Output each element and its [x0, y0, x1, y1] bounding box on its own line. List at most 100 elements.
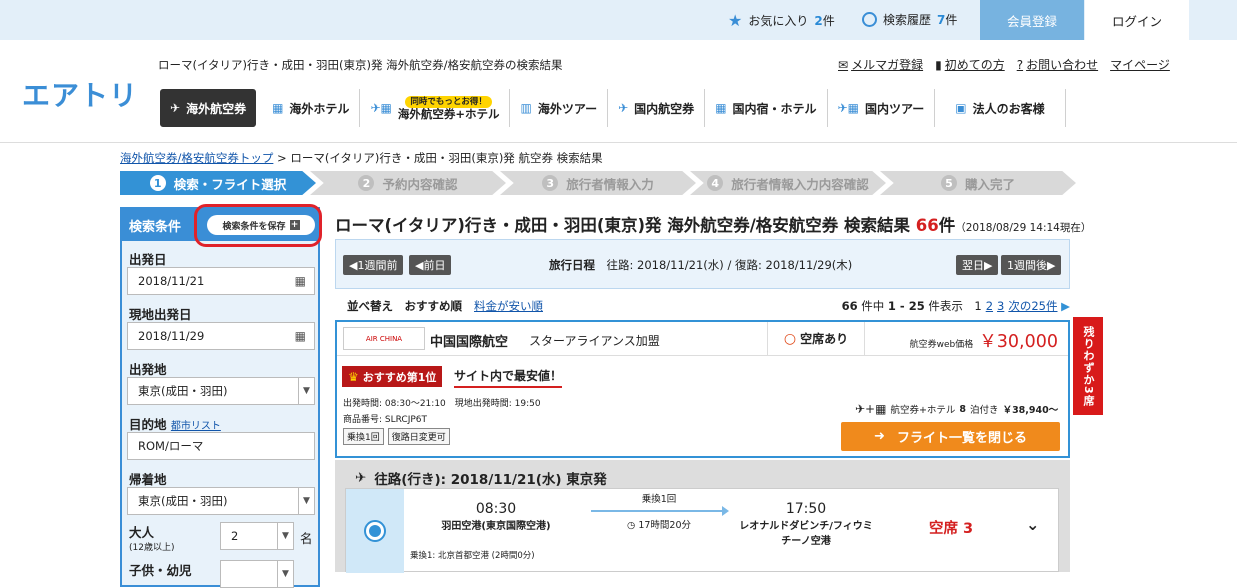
- nav-intl-hotels[interactable]: ▦ 海外ホテル: [262, 89, 361, 127]
- adults-sub: (12歳以上): [129, 543, 175, 553]
- promo-pill: 同時でもっとお得！: [405, 95, 492, 108]
- next-day-label: 翌日: [962, 259, 984, 272]
- contact-link[interactable]: ? お問い合わせ: [1017, 56, 1098, 73]
- card-header: AIR CHINA 中国国際航空 スターアライアンス加盟 ○ 空席あり 航空券we…: [337, 322, 1068, 356]
- nav-dom-tours-label: 国内ツアー: [864, 101, 925, 116]
- return-value: 東京(成田・羽田): [138, 494, 228, 508]
- book-icon: ▮: [935, 57, 942, 72]
- step-2-label: 予約内容確認: [382, 176, 458, 192]
- history-link[interactable]: 検索履歴 7件: [862, 11, 957, 28]
- chevron-down-icon[interactable]: ⌄: [1026, 515, 1039, 534]
- first-time-label: 初めての方: [944, 58, 1005, 72]
- nav-flight-hotel-label: 海外航空券+ホテル: [397, 106, 500, 121]
- adults-unit: 名: [300, 531, 313, 546]
- flight-leg-option[interactable]: 08:30 羽田空港(東京国際空港) 乗換1回 ◷ 17時間20分 17:50 レオナ…: [345, 488, 1059, 573]
- breadcrumb-sep: >: [273, 151, 291, 165]
- sort-bar: 並べ替え おすすめ順 料金が安い順 66 件中 1 - 25 件表示 1 2 3 次の2…: [335, 295, 1070, 317]
- left-arrow-icon: ◀: [415, 258, 424, 272]
- building-icon: ▦: [715, 101, 727, 115]
- city-list-link[interactable]: 都市リスト: [171, 421, 221, 432]
- leg-radio-cell[interactable]: [346, 489, 404, 573]
- flight-duration: 17時間20分: [638, 520, 691, 531]
- favorites-label: お気に入り: [748, 14, 809, 28]
- tag-date-change: 復路日変更可: [387, 428, 450, 445]
- sort-label: 並べ替え: [347, 299, 393, 313]
- mail-icon: ✉: [838, 57, 849, 72]
- destination-field[interactable]: ROM/ローマ: [127, 432, 315, 460]
- sort-cheap-link[interactable]: 料金が安い順: [474, 299, 543, 313]
- plane-hotel-icon: ✈▦: [837, 101, 859, 115]
- children-select[interactable]: ▼: [220, 560, 294, 588]
- nav-corporate[interactable]: ▣ 法人のお客様: [935, 89, 1066, 127]
- member-register-button[interactable]: 会員登録: [980, 0, 1084, 40]
- step-4-label: 旅行者情報入力内容確認: [731, 176, 869, 192]
- first-time-link[interactable]: ▮ 初めての方: [935, 56, 1005, 73]
- pagination: 66 件中 1 - 25 件表示 1 2 3 次の25件 ▶: [842, 298, 1070, 314]
- highlight-ring: [194, 204, 322, 247]
- nav-corporate-label: 法人のお客様: [972, 101, 1045, 116]
- calendar-icon[interactable]: ▦: [295, 274, 306, 288]
- nav-dom-flights[interactable]: ✈ 国内航空券: [608, 89, 706, 127]
- airplane-icon: ✈: [618, 101, 629, 115]
- arrow-right-icon: ➜: [874, 429, 885, 444]
- breadcrumb-top-link[interactable]: 海外航空券/格安航空券トップ: [120, 151, 273, 165]
- adults-label: 大人: [129, 525, 155, 540]
- seat-status: ○ 空席あり: [767, 322, 865, 355]
- step-4: 4 旅行者情報入力内容確認: [690, 171, 886, 195]
- newsletter-link[interactable]: ✉ メルマガ登録: [838, 56, 923, 73]
- right-arrow-icon: ▶: [984, 258, 993, 272]
- arrival-airport: レオナルドダビンチ/フィウミチーノ空港: [739, 521, 873, 547]
- local-departure-value: 2018/11/29: [138, 329, 205, 343]
- next-week-button[interactable]: 1週間後 ▶: [1001, 255, 1062, 275]
- star-icon: ★: [728, 11, 743, 30]
- close-flight-list-button[interactable]: ➜ フライト一覧を閉じる: [841, 422, 1060, 451]
- flight-hotel-offer[interactable]: ✈+▦ 航空券+ホテル 8 泊付き ￥38,940〜: [855, 402, 1058, 416]
- prev-week-button[interactable]: ◀ 1週間前: [343, 255, 404, 275]
- briefcase-icon: ▣: [955, 101, 967, 115]
- transfer-count: 乗換1回: [641, 494, 677, 505]
- destination-value: ROM/ローマ: [138, 439, 204, 453]
- nav-flight-hotel[interactable]: ✈▦ 同時でもっとお得！ 海外航空券+ホテル: [360, 89, 511, 127]
- history-label: 検索履歴: [883, 13, 932, 27]
- nav-dom-hotels[interactable]: ▦ 国内宿・ホテル: [705, 89, 828, 127]
- origin-value: 東京(成田・羽田): [138, 384, 228, 398]
- site-logo[interactable]: エアトリ: [22, 74, 138, 114]
- header-divider: [0, 142, 1237, 143]
- origin-select[interactable]: 東京(成田・羽田) ▼: [127, 377, 315, 405]
- return-select[interactable]: 東京(成田・羽田) ▼: [127, 487, 315, 515]
- step-3: 3 旅行者情報入力: [500, 171, 696, 195]
- calendar-icon[interactable]: ▦: [295, 329, 306, 343]
- airline-logo-text: AIR CHINA: [365, 334, 403, 343]
- page-2-link[interactable]: 2: [986, 299, 993, 313]
- top-utility-bar: ★ お気に入り 2件 検索履歴 7件 会員登録 ログイン: [0, 0, 1237, 40]
- next-25-link[interactable]: 次の25件: [1008, 299, 1057, 313]
- header-links: ✉ メルマガ登録 ▮ 初めての方 ? お問い合わせ マイページ: [838, 56, 1170, 73]
- sort-recommended[interactable]: おすすめ順: [405, 299, 463, 313]
- airplane-icon: ✈: [170, 101, 181, 115]
- leg-radio[interactable]: [364, 520, 386, 542]
- departure-time: 08:30: [475, 501, 517, 517]
- departure-info: 08:30 羽田空港(東京国際空港): [436, 501, 556, 532]
- search-conditions-panel: 検索条件 検索条件を保存 + 出発日 2018/11/21 ▦ 現地出発日 2018…: [120, 207, 320, 588]
- mypage-link[interactable]: マイページ: [1110, 56, 1170, 73]
- plane-hotel-icon: ✈+▦: [855, 402, 887, 416]
- nav-intl-flights[interactable]: ✈ 海外航空券: [160, 89, 257, 127]
- nav-dom-hotels-label: 国内宿・ホテル: [732, 101, 817, 116]
- next-day-button[interactable]: 翌日 ▶: [956, 255, 999, 275]
- favorites-link[interactable]: ★ お気に入り 2件: [728, 11, 835, 30]
- page-3-link[interactable]: 3: [997, 299, 1004, 313]
- prev-day-button[interactable]: ◀ 前日: [409, 255, 452, 275]
- nav-intl-flights-label: 海外航空券: [186, 101, 247, 116]
- departure-airport: 羽田空港(東京国際空港): [441, 521, 551, 532]
- nav-intl-tours[interactable]: ▥ 海外ツアー: [510, 89, 609, 127]
- nav-dom-tours[interactable]: ✈▦ 国内ツアー: [828, 89, 936, 127]
- schedule-info: 旅行日程 往路: 2018/11/21(水) / 復路: 2018/11/29(…: [549, 257, 852, 273]
- outbound-title-text: 往路(行き): 2018/11/21(水) 東京発: [374, 472, 607, 488]
- rank-badge: ♛ おすすめ第1位: [342, 366, 443, 387]
- departure-date-field[interactable]: 2018/11/21 ▦: [127, 267, 315, 295]
- local-departure-field[interactable]: 2018/11/29 ▦: [127, 322, 315, 350]
- airline-logo: AIR CHINA: [343, 327, 425, 350]
- adults-select[interactable]: 2 ▼: [220, 522, 294, 550]
- tag-transfer: 乗換1回: [343, 428, 384, 445]
- login-button[interactable]: ログイン: [1085, 0, 1189, 40]
